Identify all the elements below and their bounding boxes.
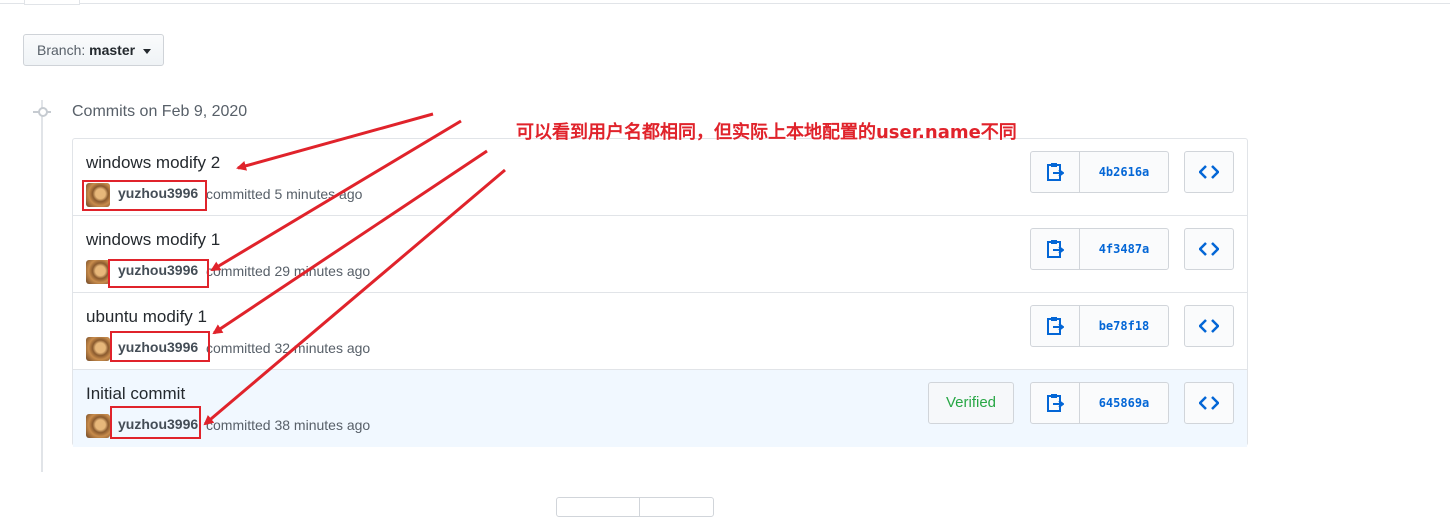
arrow-line (212, 149, 488, 335)
pagination-newer-button[interactable] (557, 498, 640, 516)
annotation-text: 可以看到用户名都相同，但实际上本地配置的user.name不同 (516, 122, 1017, 143)
arrow-line (210, 119, 462, 272)
arrow-line (236, 112, 434, 171)
arrow-line (203, 168, 506, 426)
pagination (556, 497, 714, 517)
annotation-arrows (203, 112, 506, 426)
